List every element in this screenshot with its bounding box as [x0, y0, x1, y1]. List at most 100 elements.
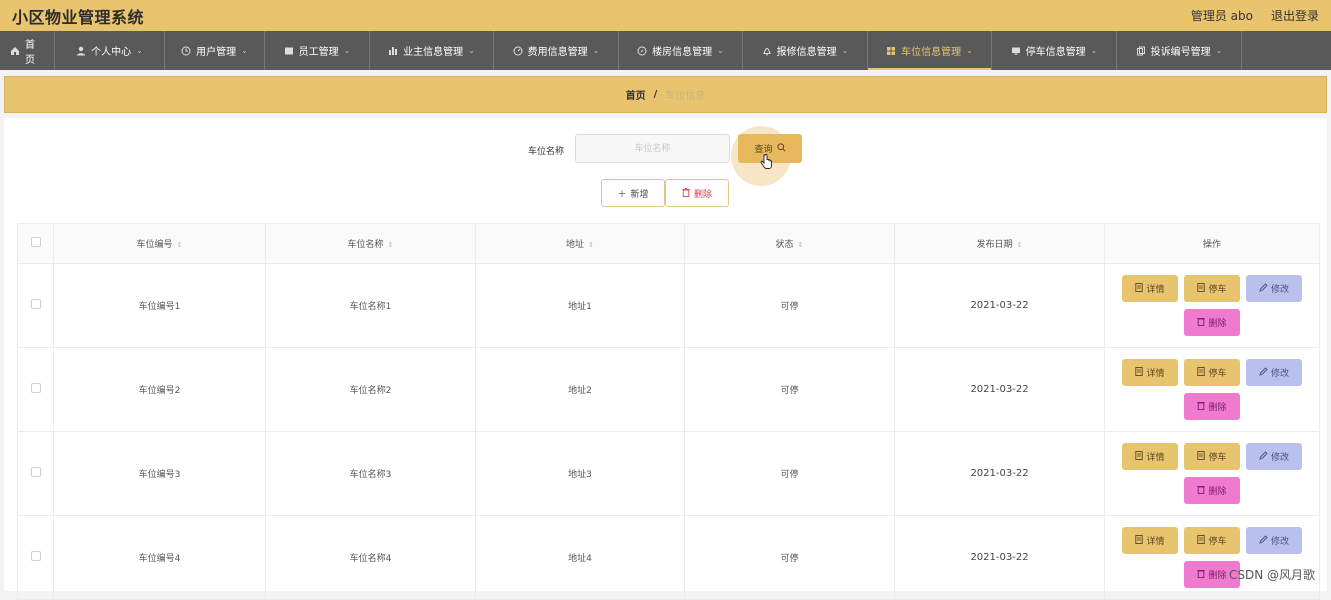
column-header[interactable]: 车位编号⇕: [54, 224, 266, 264]
home-icon: [10, 46, 20, 56]
search-input[interactable]: [575, 134, 730, 163]
cell-code: 车位编号4: [54, 516, 266, 600]
search-row: 车位名称 查询: [4, 134, 1327, 164]
trash-icon: [1197, 569, 1205, 580]
cell-address: 地址2: [476, 348, 685, 432]
select-all-cell: [18, 224, 54, 264]
nav-item[interactable]: 员工管理⌄: [265, 31, 370, 70]
park-button[interactable]: 停车: [1184, 443, 1240, 470]
detail-button[interactable]: 详情: [1122, 359, 1178, 386]
row-delete-button-label: 删除: [1208, 400, 1226, 413]
row-delete-button-label: 删除: [1208, 568, 1226, 581]
row-actions-cell: 详情停车修改删除: [1105, 264, 1320, 348]
nav-item-label: 业主信息管理: [403, 43, 463, 58]
cell-status: 可停: [685, 516, 895, 600]
row-select-cell: [18, 264, 54, 348]
cell-date: 2021-03-22: [895, 516, 1105, 600]
sort-icon[interactable]: ⇕: [1017, 241, 1023, 249]
nav-item[interactable]: 个人中心⌄: [55, 31, 165, 70]
select-all-checkbox[interactable]: [31, 237, 41, 247]
row-checkbox[interactable]: [31, 551, 41, 561]
detail-button[interactable]: 详情: [1122, 275, 1178, 302]
pencil-icon: [1259, 451, 1268, 462]
cell-address: 地址1: [476, 264, 685, 348]
park-button[interactable]: 停车: [1184, 275, 1240, 302]
edit-button[interactable]: 修改: [1246, 527, 1302, 554]
nav-item-label: 报修信息管理: [777, 43, 837, 58]
row-delete-button[interactable]: 删除: [1184, 309, 1240, 336]
nav-item[interactable]: 投诉编号管理⌄: [1117, 31, 1242, 70]
nav-item[interactable]: 停车信息管理⌄: [992, 31, 1117, 70]
cell-date: 2021-03-22: [895, 264, 1105, 348]
clock-icon: [181, 46, 191, 56]
card-icon: [284, 46, 294, 56]
chevron-down-icon: ⌄: [1091, 46, 1098, 55]
watermark: CSDN @风月歌: [1229, 566, 1315, 583]
toolbar: ＋ 新增 删除: [4, 179, 1327, 207]
row-checkbox[interactable]: [31, 299, 41, 309]
row-checkbox[interactable]: [31, 383, 41, 393]
row-delete-button[interactable]: 删除: [1184, 477, 1240, 504]
sort-icon[interactable]: ⇕: [588, 241, 594, 249]
pencil-icon: [1259, 367, 1268, 378]
document-icon: [1197, 367, 1205, 378]
column-header[interactable]: 发布日期⇕: [895, 224, 1105, 264]
sort-icon[interactable]: ⇕: [388, 241, 394, 249]
breadcrumb-home[interactable]: 首页: [626, 87, 646, 102]
nav-item[interactable]: 首页: [0, 31, 55, 70]
batch-delete-label: 删除: [694, 187, 712, 200]
breadcrumb-separator: /: [654, 89, 658, 100]
nav-item[interactable]: 车位信息管理⌄: [868, 31, 992, 70]
chevron-down-icon: ⌄: [966, 46, 973, 55]
nav-item[interactable]: 业主信息管理⌄: [370, 31, 494, 70]
detail-button[interactable]: 详情: [1122, 443, 1178, 470]
search-label: 车位名称: [528, 144, 564, 157]
column-header[interactable]: 状态⇕: [685, 224, 895, 264]
nav-item[interactable]: 费用信息管理⌄: [494, 31, 619, 70]
cell-code: 车位编号1: [54, 264, 266, 348]
trash-icon: [1197, 485, 1205, 496]
add-button[interactable]: ＋ 新增: [601, 179, 665, 207]
park-button[interactable]: 停车: [1184, 359, 1240, 386]
detail-button[interactable]: 详情: [1122, 527, 1178, 554]
nav-item-label: 投诉编号管理: [1151, 43, 1211, 58]
column-header[interactable]: 地址⇕: [476, 224, 685, 264]
column-header[interactable]: 车位名称⇕: [266, 224, 476, 264]
chevron-down-icon: ⌄: [241, 46, 248, 55]
document-icon: [1135, 535, 1143, 546]
bar-chart-icon: [388, 46, 398, 56]
nav-item[interactable]: 楼房信息管理⌄: [619, 31, 743, 70]
cell-name: 车位名称2: [266, 348, 476, 432]
table-row: 车位编号4车位名称4地址4可停2021-03-22 详情停车修改删除: [18, 516, 1320, 600]
park-button[interactable]: 停车: [1184, 527, 1240, 554]
row-actions-cell: 详情 停车修改删除: [1105, 348, 1320, 432]
compass-icon: [637, 46, 647, 56]
row-delete-button[interactable]: 删除: [1184, 393, 1240, 420]
edit-button[interactable]: 修改: [1246, 275, 1302, 302]
cell-address: 地址4: [476, 516, 685, 600]
edit-button[interactable]: 修改: [1246, 443, 1302, 470]
parking-table: 车位编号⇕ 车位名称⇕ 地址⇕ 状态⇕ 发布日期⇕ 操作 车位编号1车位名称1地…: [17, 223, 1319, 600]
nav-item[interactable]: 用户管理⌄: [165, 31, 265, 70]
row-checkbox[interactable]: [31, 467, 41, 477]
sort-icon[interactable]: ⇕: [798, 241, 804, 249]
cell-code: 车位编号2: [54, 348, 266, 432]
cell-code: 车位编号3: [54, 432, 266, 516]
detail-button-label: 详情: [1146, 366, 1164, 379]
table-row: 车位编号3车位名称3地址3可停2021-03-22详情停车修改删除: [18, 432, 1320, 516]
document-icon: [1135, 283, 1143, 294]
pencil-icon: [1259, 283, 1268, 294]
document-icon: [1135, 451, 1143, 462]
logout-link[interactable]: 退出登录: [1271, 7, 1319, 24]
cell-date: 2021-03-22: [895, 432, 1105, 516]
sort-icon[interactable]: ⇕: [177, 241, 183, 249]
bell-icon: [762, 46, 772, 56]
nav-item[interactable]: 报修信息管理⌄: [743, 31, 868, 70]
cell-name: 车位名称4: [266, 516, 476, 600]
edit-button[interactable]: 修改: [1246, 359, 1302, 386]
pencil-icon: [1259, 535, 1268, 546]
batch-delete-button[interactable]: 删除: [665, 179, 729, 207]
main-nav: 首页个人中心⌄用户管理⌄员工管理⌄业主信息管理⌄费用信息管理⌄楼房信息管理⌄报修…: [0, 31, 1331, 70]
search-icon: [777, 143, 786, 154]
row-select-cell: [18, 348, 54, 432]
